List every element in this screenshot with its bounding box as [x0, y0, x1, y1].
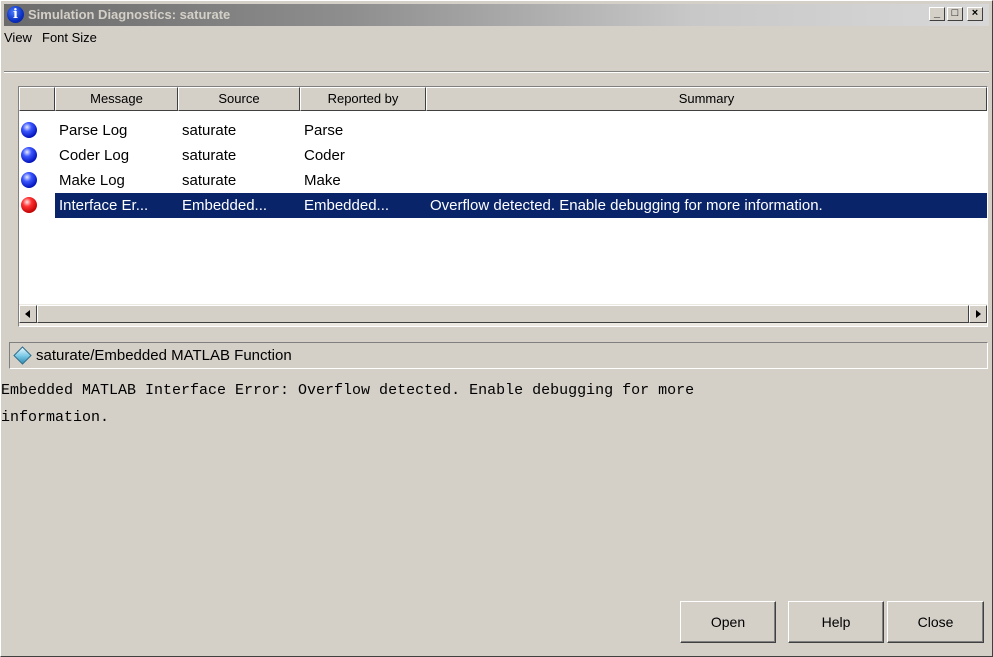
cell-source: Embedded... [178, 193, 300, 218]
maximize-button[interactable]: □ [947, 7, 963, 21]
window-title: Simulation Diagnostics: saturate [28, 7, 231, 22]
scroll-left-button[interactable] [19, 305, 37, 323]
menu-font-size[interactable]: Font Size [42, 30, 97, 45]
cell-message: Interface Er... [55, 193, 178, 218]
column-header-source[interactable]: Source [178, 87, 300, 111]
table-row-selected[interactable]: Interface Er... Embedded... Embedded... … [19, 193, 987, 218]
info-bullet-icon [21, 122, 37, 138]
error-bullet-icon [21, 197, 37, 213]
scroll-right-button[interactable] [969, 305, 987, 323]
cell-message: Coder Log [59, 147, 130, 164]
cell-summary [426, 118, 987, 143]
arrow-right-icon [976, 310, 981, 318]
cell-reported-by: Make [304, 172, 341, 189]
info-bullet-icon [21, 172, 37, 188]
menu-view[interactable]: View [4, 30, 32, 45]
table-row[interactable]: Parse Log saturate Parse [19, 118, 987, 143]
cell-source: saturate [182, 172, 237, 189]
close-button[interactable]: Close [887, 601, 984, 643]
info-icon: i [7, 6, 24, 23]
column-header-message[interactable]: Message [55, 87, 178, 111]
cell-summary: Overflow detected. Enable debugging for … [426, 193, 987, 218]
close-window-button[interactable]: × [967, 7, 983, 21]
scroll-thumb[interactable] [37, 305, 969, 323]
column-header-reported-by[interactable]: Reported by [300, 87, 426, 111]
info-bullet-icon [21, 147, 37, 163]
table-header: Message Source Reported by Summary [19, 87, 987, 111]
diagnostics-table: Message Source Reported by Summary Parse… [18, 86, 988, 327]
block-path-link[interactable]: saturate/Embedded MATLAB Function [36, 347, 292, 364]
table-row[interactable]: Coder Log saturate Coder [19, 143, 987, 168]
open-button[interactable]: Open [680, 601, 776, 643]
column-header-summary[interactable]: Summary [426, 87, 987, 111]
error-message-text: Embedded MATLAB Interface Error: Overflo… [1, 382, 695, 426]
cell-source: saturate [182, 122, 237, 139]
block-path-bar[interactable]: saturate/Embedded MATLAB Function [9, 342, 988, 369]
menu-separator [4, 71, 989, 73]
minimize-button[interactable]: _ [929, 7, 945, 21]
cell-summary [426, 143, 987, 168]
help-button[interactable]: Help [788, 601, 884, 643]
cell-reported-by: Parse [304, 122, 344, 139]
cell-message: Make Log [59, 172, 125, 189]
diagnostics-window: i Simulation Diagnostics: saturate _ □ ×… [0, 0, 993, 657]
cell-reported-by: Embedded... [300, 193, 426, 218]
cell-source: saturate [182, 147, 237, 164]
column-header-status[interactable] [19, 87, 55, 111]
cell-reported-by: Coder [304, 147, 345, 164]
table-row[interactable]: Make Log saturate Make [19, 168, 987, 193]
cell-summary [426, 168, 987, 193]
title-bar[interactable]: i Simulation Diagnostics: saturate _ □ × [4, 4, 989, 26]
arrow-left-icon [25, 310, 30, 318]
cell-message: Parse Log [59, 122, 128, 139]
horizontal-scrollbar[interactable] [19, 304, 987, 326]
embedded-function-icon [13, 346, 32, 365]
